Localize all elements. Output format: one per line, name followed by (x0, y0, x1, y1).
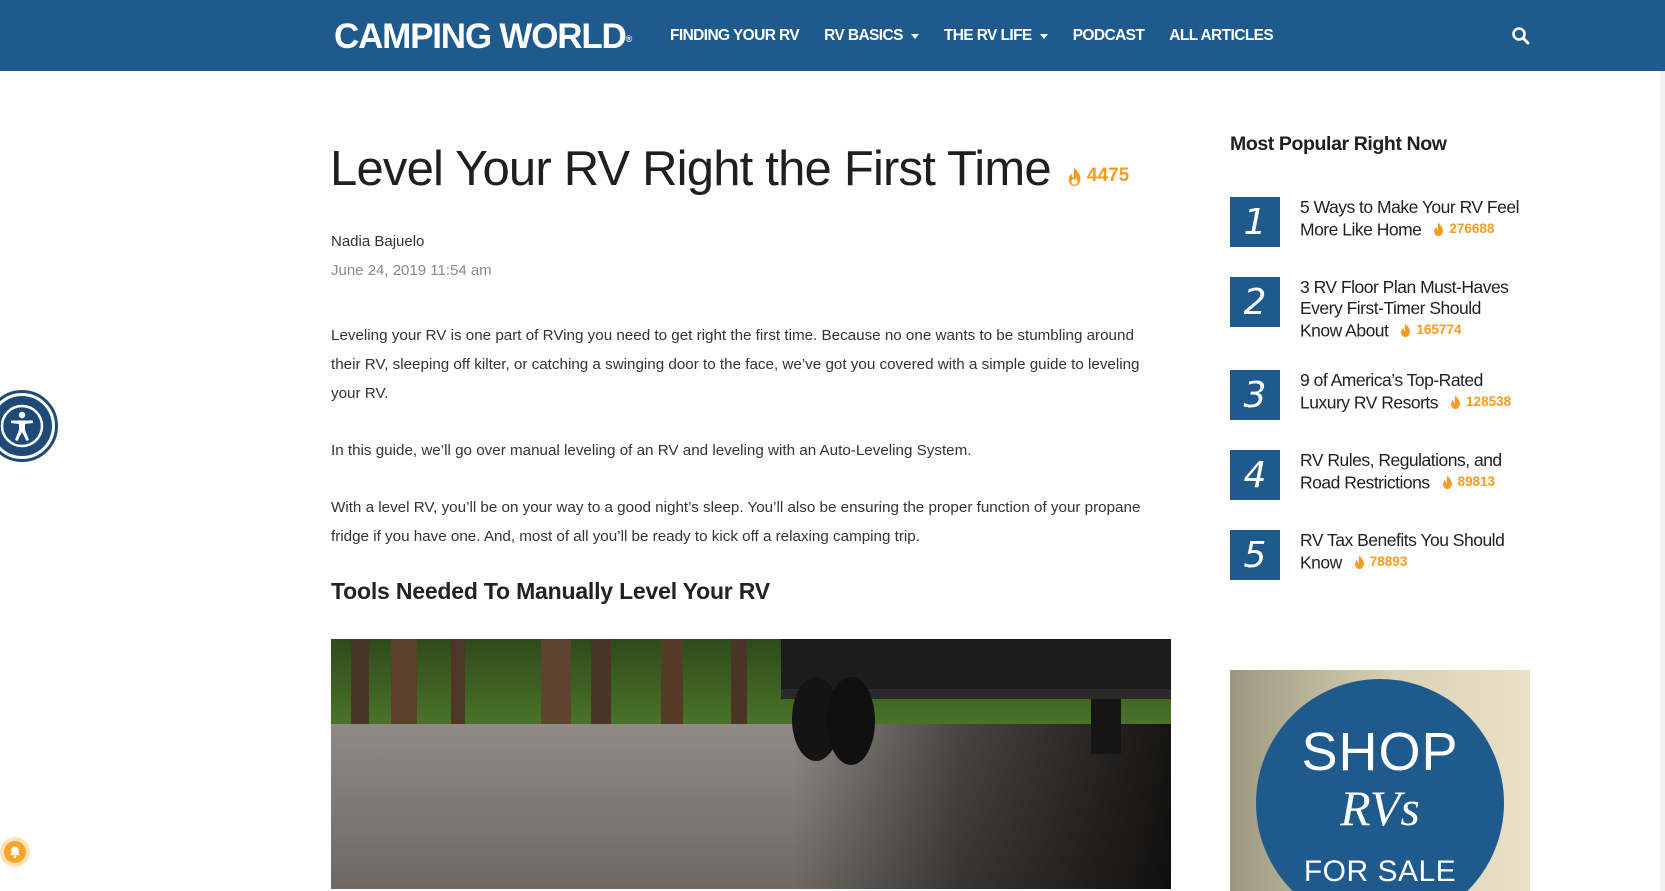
flame-icon (1442, 474, 1452, 489)
views-number: 78893 (1369, 554, 1408, 569)
nav-item-label: ALL ARTICLES (1169, 26, 1274, 44)
caret-down-icon (910, 34, 919, 39)
views-number: 276688 (1449, 221, 1495, 236)
nav-podcast[interactable]: PODCAST (1073, 27, 1145, 45)
popular-item-views: 165774 (1400, 319, 1461, 340)
nav-the-rv-life[interactable]: THE RV LIFE (944, 27, 1048, 45)
flame-icon (1401, 322, 1411, 337)
popular-item-1[interactable]: 1 5 Ways to Make Your RV Feel More Like … (1230, 197, 1530, 247)
flame-icon (1068, 166, 1081, 186)
popular-item-4[interactable]: 4 RV Rules, Regulations, and Road Restri… (1230, 450, 1530, 500)
nav-finding-your-rv[interactable]: FINDING YOUR RV (670, 26, 800, 45)
rank-badge: 3 (1230, 370, 1280, 420)
nav-rv-basics[interactable]: RV BASICS (824, 27, 919, 45)
popular-item-title[interactable]: RV Rules, Regulations, and Road Restrict… (1300, 450, 1502, 500)
accessibility-button[interactable] (0, 390, 58, 462)
article-paragraph-3: With a level RV, you’ll be on your way t… (331, 499, 1141, 545)
search-icon (1512, 27, 1530, 45)
caret-down-icon (1039, 34, 1048, 39)
title-line: RV Rules, Regulations, and (1300, 450, 1502, 470)
title-line: 9 of America’s Top-Rated (1300, 370, 1483, 390)
article-date: June 24, 2019 11:54 am (331, 262, 492, 279)
notification-bell-bg (4, 841, 26, 863)
flame-icon (1354, 554, 1364, 569)
view-count-number: 4475 (1086, 165, 1130, 186)
ad-line-for-sale: FOR SALE (1303, 855, 1457, 888)
article-title: Level Your RV Right the First Time 4475 (330, 132, 1129, 206)
top-navigation-bar: CAMPING WORLD® FINDING YOUR RV RV BASICS… (0, 0, 1665, 71)
nav-item-label: RV BASICS (824, 26, 903, 44)
main-nav: FINDING YOUR RV RV BASICS THE RV LIFE PO… (670, 0, 1298, 71)
views-number: 128538 (1466, 394, 1512, 409)
popular-item-views: 89813 (1442, 471, 1496, 492)
title-line: Know About (1300, 320, 1389, 341)
nav-all-articles[interactable]: ALL ARTICLES (1169, 27, 1273, 45)
camping-world-logo[interactable]: CAMPING WORLD® (334, 18, 632, 56)
views-number: 89813 (1457, 474, 1496, 489)
popular-item-title[interactable]: 3 RV Floor Plan Must-Haves Every First-T… (1300, 277, 1509, 342)
logo-text: CAMPING WORLD (334, 17, 627, 56)
shop-rvs-ad[interactable]: SHOP RVs FOR SALE (1230, 670, 1530, 891)
flame-icon (1434, 221, 1444, 236)
rank-badge: 2 (1230, 277, 1280, 327)
page-scroll-track (1660, 71, 1665, 891)
popular-item-title[interactable]: 9 of America’s Top-Rated Luxury RV Resor… (1300, 370, 1511, 420)
nav-item-label: FINDING YOUR RV (670, 26, 800, 44)
article-paragraph-2: In this guide, we’ll go over manual leve… (331, 442, 972, 459)
notification-bell-button[interactable] (0, 837, 30, 867)
sidebar-title: Most Popular Right Now (1230, 133, 1447, 155)
title-line: More Like Home (1300, 219, 1422, 240)
article-author[interactable]: Nadia Bajuelo (331, 233, 424, 250)
ad-circle: SHOP RVs FOR SALE (1256, 679, 1504, 891)
section-heading: Tools Needed To Manually Level Your RV (331, 578, 770, 604)
nav-item-label: THE RV LIFE (943, 26, 1032, 44)
flame-icon (1451, 394, 1460, 409)
popular-item-views: 276688 (1433, 218, 1494, 239)
accessibility-icon (0, 404, 44, 448)
popular-item-views: 78893 (1354, 551, 1408, 572)
search-button[interactable] (1511, 26, 1531, 46)
title-line: RV Tax Benefits You Should (1300, 530, 1505, 550)
nav-item-label: PODCAST (1072, 26, 1145, 44)
title-line: Luxury RV Resorts (1300, 392, 1439, 413)
popular-item-5[interactable]: 5 RV Tax Benefits You Should Know 78893 (1230, 530, 1530, 580)
logo-registered-mark: ® (625, 34, 633, 44)
accessibility-icon-bg (0, 396, 52, 456)
views-number: 165774 (1416, 322, 1462, 337)
ad-line-rvs: RVs (1340, 780, 1420, 836)
popular-item-2[interactable]: 2 3 RV Floor Plan Must-Haves Every First… (1230, 277, 1530, 342)
rank-badge: 5 (1230, 530, 1280, 580)
popular-item-title[interactable]: RV Tax Benefits You Should Know 78893 (1300, 530, 1505, 580)
article-paragraph-1: Leveling your RV is one part of RVing yo… (331, 327, 1140, 402)
popular-item-3[interactable]: 3 9 of America’s Top-Rated Luxury RV Res… (1230, 370, 1530, 420)
title-line: Know (1300, 552, 1342, 573)
article-title-text: Level Your RV Right the First Time (330, 142, 1052, 196)
popular-item-title[interactable]: 5 Ways to Make Your RV Feel More Like Ho… (1300, 197, 1519, 247)
rank-badge: 1 (1230, 197, 1280, 247)
title-line: Every First-Timer Should (1300, 298, 1481, 318)
ad-line-shop: SHOP (1301, 722, 1459, 782)
title-line: 5 Ways to Make Your RV Feel (1300, 197, 1519, 217)
article-view-count: 4475 (1067, 146, 1129, 206)
title-line: 3 RV Floor Plan Must-Haves (1300, 277, 1509, 297)
popular-item-views: 128538 (1450, 391, 1511, 412)
article-hero-image (331, 639, 1171, 889)
title-line: Road Restrictions (1300, 472, 1430, 493)
rv-on-gravel-photo (331, 639, 1171, 889)
bell-icon (10, 846, 20, 859)
rank-badge: 4 (1230, 450, 1280, 500)
